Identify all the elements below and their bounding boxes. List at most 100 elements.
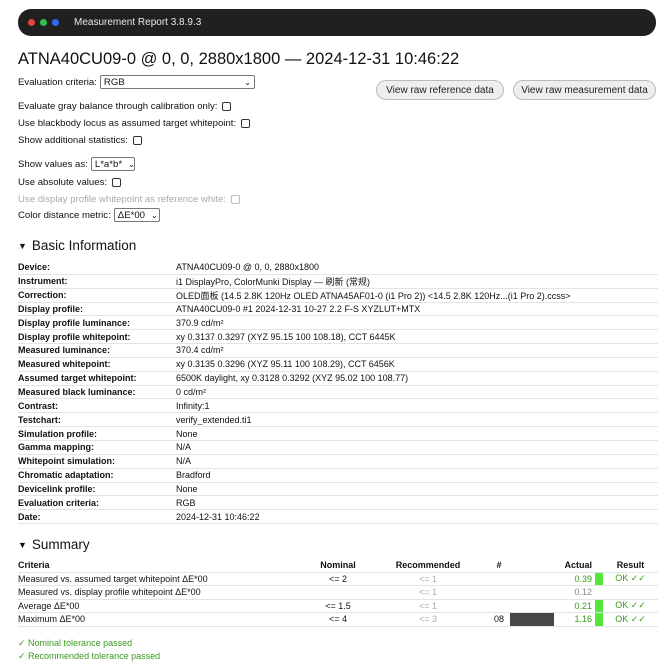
evaluation-criteria-select[interactable]: RGB ⌄ — [99, 75, 255, 89]
info-value: 2024-12-31 10:46:22 — [176, 511, 260, 522]
minimize-window-button[interactable] — [40, 19, 47, 26]
summary-actual: 0.39 — [574, 573, 592, 584]
info-value: None — [176, 428, 198, 439]
info-value: 370.9 cd/m² — [176, 317, 224, 328]
summary-indicator — [595, 586, 603, 599]
info-row: Chromatic adaptation: Bradford — [18, 469, 658, 483]
info-row: Display profile: ATNA40CU09-0 #1 2024-12-… — [18, 303, 658, 317]
info-value: i1 DisplayPro, ColorMunki Display — 刷新 (… — [176, 276, 371, 287]
summary-hash: 08 — [493, 614, 504, 625]
nominal-passed-text: ✓ Nominal tolerance passed — [18, 638, 133, 648]
summary-row: Average ΔE*00 <= 1.5 <= 1 0.21 OK ✓✓ — [18, 599, 658, 613]
info-row: Evaluation criteria: RGB — [18, 496, 658, 511]
display-profile-wp-option: Use display profile whitepoint as refere… — [18, 194, 240, 205]
gray-balance-label: Evaluate gray balance through calibratio… — [18, 101, 218, 112]
info-row: Contrast: Infinity:1 — [18, 399, 658, 414]
evaluation-criteria-label: Evaluation criteria: — [18, 76, 97, 88]
show-values-select[interactable]: L*a*b* ⌄ — [90, 157, 135, 171]
summary-recommended: <= 3 — [418, 614, 438, 625]
summary-title: Summary — [31, 537, 90, 552]
color-distance-value: ΔE*00 — [117, 209, 145, 221]
info-key: Display profile whitepoint: — [18, 331, 131, 342]
summary-nominal: <= 1.5 — [325, 600, 351, 611]
info-key: Simulation profile: — [18, 428, 98, 439]
info-key: Contrast: — [18, 400, 58, 411]
summary-actual: 0.12 — [574, 587, 592, 598]
info-row: Measured black luminance: 0 cd/m² — [18, 386, 658, 400]
evaluation-criteria-value: RGB — [103, 76, 125, 88]
summary-criteria: Measured vs. assumed target whitepoint Δ… — [18, 573, 208, 584]
info-value: verify_extended.ti1 — [176, 414, 252, 425]
color-distance-select[interactable]: ΔE*00 ⌄ — [113, 208, 160, 222]
additional-stats-option: Show additional statistics: — [18, 135, 142, 146]
collapse-triangle-icon[interactable]: ▼ — [18, 540, 27, 550]
summary-swatch — [510, 613, 554, 626]
summary-recommended: <= 1 — [418, 573, 438, 584]
column-criteria: Criteria — [18, 560, 50, 571]
blackbody-option: Use blackbody locus as assumed target wh… — [18, 118, 251, 129]
info-row: Device: ATNA40CU09-0 @ 0, 0, 2880x1800 — [18, 261, 658, 275]
info-value: N/A — [176, 456, 192, 467]
gray-balance-checkbox[interactable] — [222, 102, 232, 111]
column-hash: # — [496, 560, 502, 571]
basic-information-title: Basic Information — [31, 238, 137, 253]
info-value: xy 0.3137 0.3297 (XYZ 95.15 100 108.18),… — [176, 331, 396, 342]
view-raw-measurement-button[interactable]: View raw measurement data — [513, 80, 656, 100]
absolute-values-option: Use absolute values: — [18, 177, 122, 188]
view-raw-reference-button[interactable]: View raw reference data — [376, 80, 504, 100]
column-recommended: Recommended — [395, 560, 461, 571]
info-row: Testchart: verify_extended.ti1 — [18, 413, 658, 428]
window-titlebar: Measurement Report 3.8.9.3 — [18, 9, 656, 36]
info-key: Measured whitepoint: — [18, 359, 111, 370]
summary-row: Measured vs. display profile whitepoint … — [18, 586, 658, 600]
info-row: Display profile whitepoint: xy 0.3137 0.3… — [18, 330, 658, 345]
display-profile-wp-label: Use display profile whitepoint as refere… — [18, 194, 226, 205]
info-key: Assumed target whitepoint: — [18, 373, 137, 384]
info-value: 0 cd/m² — [176, 387, 207, 398]
info-row: Assumed target whitepoint: 6500K daylight… — [18, 372, 658, 386]
chevron-down-icon: ⌄ — [151, 210, 158, 220]
info-key: Chromatic adaptation: — [18, 470, 114, 481]
summary-indicator — [595, 613, 603, 626]
info-key: Whitepoint simulation: — [18, 456, 115, 467]
summary-result: OK ✓✓ — [615, 600, 646, 611]
column-nominal: Nominal — [320, 560, 356, 571]
summary-result: OK ✓✓ — [615, 613, 646, 624]
blackbody-checkbox[interactable] — [241, 119, 251, 128]
info-row: Measured whitepoint: xy 0.3135 0.3296 (XY… — [18, 358, 658, 372]
info-value: 370.4 cd/m² — [176, 345, 224, 356]
additional-stats-checkbox[interactable] — [132, 136, 142, 145]
info-value: ATNA40CU09-0 @ 0, 0, 2880x1800 — [176, 262, 320, 273]
maximize-window-button[interactable] — [52, 19, 59, 26]
additional-stats-label: Show additional statistics: — [18, 135, 128, 146]
absolute-values-label: Use absolute values: — [18, 177, 108, 188]
info-value: OLED面板 (14.5 2.8K 120Hz OLED ATNA45AF01-… — [176, 290, 571, 301]
info-row: Display profile luminance: 370.9 cd/m² — [18, 316, 658, 331]
basic-information-table: Device: ATNA40CU09-0 @ 0, 0, 2880x1800 Ins… — [18, 261, 658, 525]
summary-criteria: Measured vs. display profile whitepoint … — [18, 587, 201, 598]
summary-header-row: Criteria Nominal Recommended # Actual Re… — [18, 559, 658, 573]
window-title: Measurement Report 3.8.9.3 — [74, 17, 202, 28]
close-window-button[interactable] — [28, 19, 35, 26]
info-key: Display profile luminance: — [18, 317, 131, 328]
info-key: Devicelink profile: — [18, 483, 96, 494]
column-result: Result — [616, 560, 645, 571]
info-key: Gamma mapping: — [18, 442, 95, 453]
summary-recommended: <= 1 — [418, 600, 438, 611]
show-values-value: L*a*b* — [94, 158, 123, 170]
basic-information-heading[interactable]: ▼ Basic Information — [18, 238, 136, 253]
info-row: Correction: OLED面板 (14.5 2.8K 120Hz OLED … — [18, 289, 658, 303]
summary-recommended: <= 1 — [418, 587, 438, 598]
info-key: Evaluation criteria: — [18, 497, 100, 508]
summary-indicator — [595, 599, 603, 612]
info-value: Bradford — [176, 470, 211, 481]
info-key: Measured luminance: — [18, 345, 111, 356]
summary-heading[interactable]: ▼ Summary — [18, 537, 90, 552]
info-key: Date: — [18, 511, 41, 522]
info-value: Infinity:1 — [176, 400, 210, 411]
collapse-triangle-icon[interactable]: ▼ — [18, 241, 27, 251]
summary-nominal: <= 2 — [328, 573, 348, 584]
absolute-values-checkbox[interactable] — [112, 178, 122, 187]
column-actual: Actual — [564, 560, 592, 571]
info-value: 6500K daylight, xy 0.3128 0.3292 (XYZ 95… — [176, 373, 409, 384]
